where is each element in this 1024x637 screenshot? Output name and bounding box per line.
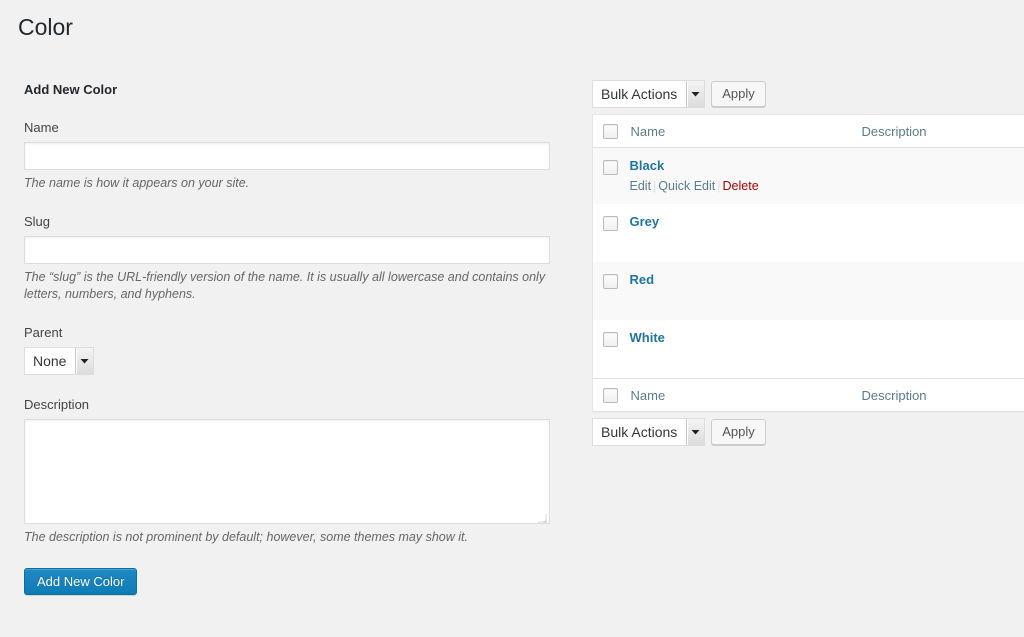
row-actions-placeholder xyxy=(630,231,861,253)
column-header-name-link-top[interactable]: Name xyxy=(630,124,666,139)
name-input[interactable] xyxy=(24,142,550,170)
table-row: Red xyxy=(592,262,1024,320)
column-header-description-top[interactable]: Description xyxy=(860,114,1024,148)
row-description-cell xyxy=(861,148,1024,205)
row-checkbox-cell xyxy=(593,204,630,262)
table-row: White xyxy=(592,320,1024,379)
parent-select-value: None xyxy=(25,348,76,374)
column-header-description-bottom[interactable]: Description xyxy=(860,378,1024,412)
bulk-actions-value-bottom: Bulk Actions xyxy=(593,419,687,445)
row-checkbox[interactable] xyxy=(603,160,618,176)
field-description: Description The description is not promi… xyxy=(24,397,579,546)
column-header-name-top[interactable]: Name xyxy=(629,114,861,148)
field-name: Name The name is how it appears on your … xyxy=(24,120,579,192)
row-actions: Edit | Quick Edit | Delete xyxy=(629,179,759,193)
table-footer-row: Name Description xyxy=(592,378,1024,412)
row-checkbox-cell xyxy=(593,262,630,320)
column-header-description-link-bottom[interactable]: Description xyxy=(861,388,927,403)
table-row: Black Edit | Quick Edit | Delete xyxy=(592,147,1024,205)
column-header-description-link-top[interactable]: Description xyxy=(861,124,927,139)
tablenav-bottom: Bulk Actions Apply xyxy=(592,418,1024,446)
description-textarea[interactable] xyxy=(25,420,549,523)
table-header-row: Name Description xyxy=(592,114,1024,148)
row-action-delete[interactable]: Delete xyxy=(723,179,759,193)
row-title-link[interactable]: Grey xyxy=(630,213,660,231)
row-actions-placeholder xyxy=(630,289,861,311)
select-all-checkbox-top[interactable] xyxy=(603,124,618,140)
row-checkbox-cell xyxy=(593,148,630,205)
chevron-down-icon xyxy=(686,81,705,107)
row-checkbox[interactable] xyxy=(603,274,618,290)
row-checkbox[interactable] xyxy=(603,332,618,348)
slug-description: The “slug” is the URL-friendly version o… xyxy=(24,270,546,301)
row-description-cell xyxy=(861,262,1024,320)
row-name-cell: Grey xyxy=(630,204,861,262)
tablenav-top: Bulk Actions Apply xyxy=(592,80,1024,108)
row-description-cell xyxy=(861,204,1024,262)
row-name-cell: White xyxy=(630,320,861,379)
row-name-cell: Red xyxy=(630,262,861,320)
row-checkbox-cell xyxy=(593,320,630,379)
page-title: Color xyxy=(18,14,73,40)
name-description: The name is how it appears on your site. xyxy=(24,176,250,190)
description-help: The description is not prominent by defa… xyxy=(24,530,468,544)
slug-label: Slug xyxy=(24,214,51,229)
column-header-name-link-bottom[interactable]: Name xyxy=(630,388,666,403)
slug-input[interactable] xyxy=(24,236,550,264)
parent-label: Parent xyxy=(24,325,63,340)
column-header-name-bottom[interactable]: Name xyxy=(629,378,861,412)
row-title-link[interactable]: White xyxy=(630,329,665,347)
apply-button-top[interactable]: Apply xyxy=(711,81,766,107)
terms-list-panel: Bulk Actions Apply Name Description Blac… xyxy=(592,80,1024,446)
select-all-checkbox-bottom[interactable] xyxy=(603,388,618,404)
terms-table: Name Description Black Edit | Quick Edit | D… xyxy=(592,114,1024,412)
table-row: Grey xyxy=(592,204,1024,262)
add-new-color-button[interactable]: Add New Color xyxy=(24,568,138,595)
form-heading: Add New Color xyxy=(24,82,118,97)
select-all-header-top xyxy=(592,114,630,148)
row-actions-placeholder xyxy=(630,347,861,369)
chevron-down-icon xyxy=(686,419,705,445)
row-description-cell xyxy=(861,320,1024,379)
row-title-link[interactable]: Red xyxy=(630,271,655,289)
row-action-quick-edit[interactable]: Quick Edit xyxy=(658,179,715,193)
field-parent: Parent None xyxy=(24,325,579,375)
bulk-actions-value-top: Bulk Actions xyxy=(593,81,687,107)
field-slug: Slug The “slug” is the URL-friendly vers… xyxy=(24,214,579,303)
bulk-actions-select-bottom[interactable]: Bulk Actions xyxy=(592,418,706,446)
row-checkbox[interactable] xyxy=(603,216,618,232)
select-all-header-bottom xyxy=(592,378,630,412)
add-new-term-form: Add New Color Name The name is how it ap… xyxy=(24,82,579,595)
row-title-link[interactable]: Black xyxy=(630,157,665,175)
chevron-down-icon xyxy=(75,348,94,374)
name-label: Name xyxy=(24,120,59,135)
description-textarea-wrap xyxy=(24,419,550,524)
row-name-cell: Black Edit | Quick Edit | Delete xyxy=(630,148,861,205)
row-action-edit[interactable]: Edit xyxy=(630,179,652,193)
apply-button-bottom[interactable]: Apply xyxy=(711,419,766,445)
description-label: Description xyxy=(24,397,90,412)
bulk-actions-select-top[interactable]: Bulk Actions xyxy=(592,80,706,108)
parent-select[interactable]: None xyxy=(24,347,95,375)
